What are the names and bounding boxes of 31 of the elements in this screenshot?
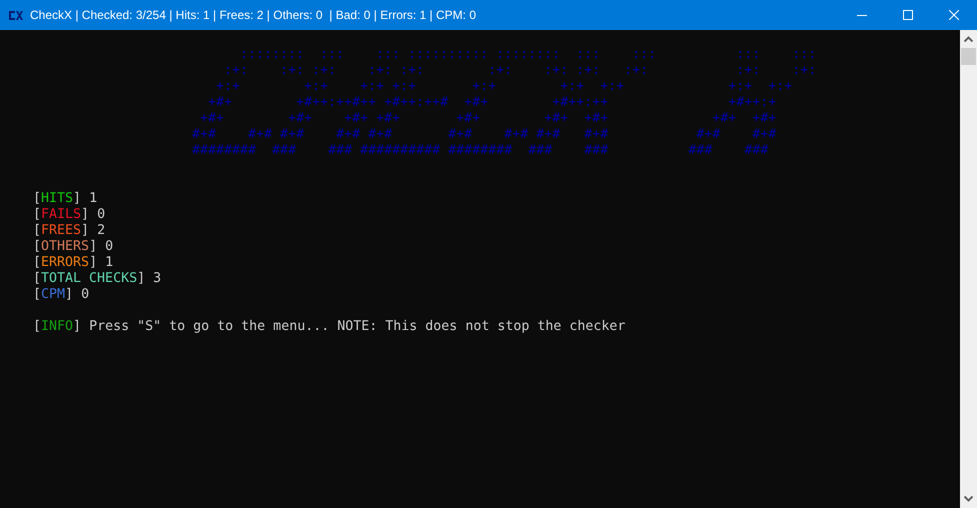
stat-label: [CPM] (33, 287, 74, 302)
stat-label: [FAILS] (33, 207, 90, 222)
maximize-icon[interactable] (903, 10, 913, 20)
ascii-art-line: +:+ +:+ +:+ +:+ +:+ +:+ +:+ +:+ +:+ (215, 79, 794, 95)
scrollbar-thumb[interactable] (961, 48, 976, 65)
stat-value: 0 (97, 207, 106, 222)
stat-value: 1 (89, 191, 98, 206)
ascii-art-line: ######## ### ### ########## ######## ### ### ### ### (192, 143, 770, 159)
info-message: Press "S" to go to the menu... NOTE: This does not stop the checker (89, 319, 626, 334)
stat-label: [ERRORS] (33, 255, 98, 270)
vertical-scrollbar[interactable] (960, 30, 977, 508)
stat-value: 0 (81, 287, 90, 302)
scroll-down-icon[interactable] (964, 496, 973, 502)
scroll-up-icon[interactable] (964, 36, 973, 42)
ascii-art-line: :::::::: ::: ::: :::::::::: :::::::: ::: ::: ::: ::: (239, 47, 818, 63)
stat-label: [OTHERS] (33, 239, 98, 254)
info-tag: [INFO] (33, 319, 82, 334)
stat-label: [FREES] (33, 223, 90, 238)
window-title: CheckX | Checked: 3/254 | Hits: 1 | Frees: 2 | Others: 0 | Bad: 0 | Errors: 1 | CPM: 0 (30, 8, 476, 22)
stat-value: 0 (105, 239, 114, 254)
close-icon[interactable] (949, 10, 959, 20)
stat-value: 1 (105, 255, 114, 270)
stat-value: 3 (153, 271, 162, 286)
stat-value: 2 (97, 223, 106, 238)
ascii-art-line: +#+ +#++:++#++ +#++:++# +#+ +#++:++ +#++:+ (207, 95, 778, 111)
stat-label: [TOTAL CHECKS] (33, 271, 146, 286)
app-logo-icon (9, 10, 23, 20)
ascii-art-line: :+: :+: :+: :+: :+: :+: :+: :+: :+: :+: :+: (223, 63, 818, 79)
ascii-art-line: +#+ +#+ +#+ +#+ +#+ +#+ +#+ +#+ +#+ (199, 111, 778, 127)
ascii-art-line: #+# #+# #+# #+# #+# #+# #+# #+# #+# #+# #+# (192, 127, 778, 143)
stat-label: [HITS] (33, 191, 82, 206)
